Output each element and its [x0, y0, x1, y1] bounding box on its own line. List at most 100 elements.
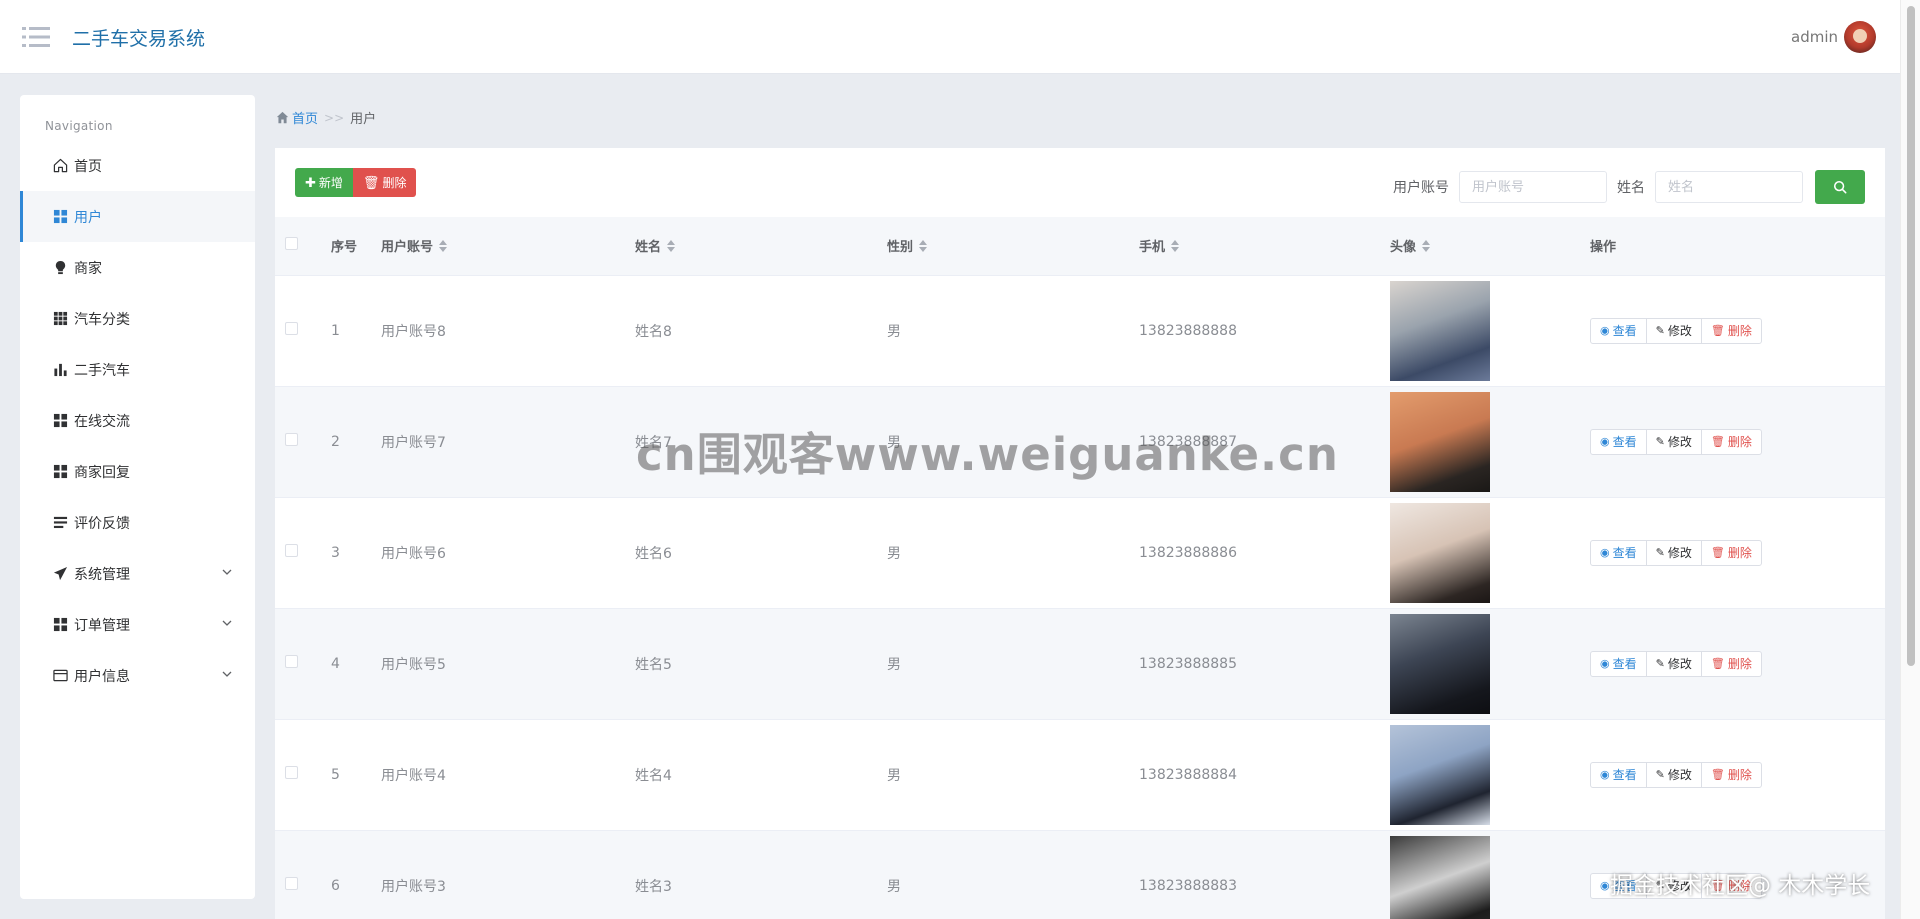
view-button[interactable]: ◉ 查看: [1590, 650, 1647, 677]
grid-icon: [52, 209, 68, 225]
delete-button[interactable]: 🗑 删除: [1700, 872, 1762, 899]
sidebar-item[interactable]: 商家: [20, 242, 255, 293]
view-button[interactable]: ◉ 查看: [1590, 428, 1647, 455]
table-row[interactable]: 5 用户账号4 姓名4 男 13823888884 ◉ 查看 ✎ 修改 🗑 删除: [275, 719, 1885, 830]
table-row[interactable]: 4 用户账号5 姓名5 男 13823888885 ◉ 查看 ✎ 修改 🗑 删除: [275, 608, 1885, 719]
row-name: 姓名7: [635, 434, 672, 451]
header-name-label: 姓名: [635, 240, 662, 255]
sidebar-item[interactable]: 用户: [20, 191, 255, 242]
table-row[interactable]: 3 用户账号6 姓名6 男 13823888886 ◉ 查看 ✎ 修改 🗑 删除: [275, 497, 1885, 608]
row-avatar-image[interactable]: [1390, 613, 1490, 714]
batch-delete-button[interactable]: 🗑 删除: [352, 168, 417, 197]
sidebar-item-label: 汽车分类: [74, 311, 130, 328]
user-name[interactable]: admin: [1791, 28, 1838, 46]
row-checkbox[interactable]: [285, 877, 298, 890]
sidebar-item[interactable]: 首页: [20, 140, 255, 191]
header-phone-label: 手机: [1139, 240, 1166, 255]
sort-icon[interactable]: [919, 239, 928, 256]
chevron-down-icon[interactable]: [221, 617, 233, 629]
sidebar-item-label: 用户: [74, 209, 102, 226]
sidebar-item-label: 商家: [74, 260, 102, 277]
delete-button[interactable]: 🗑 删除: [1700, 317, 1762, 344]
edit-button[interactable]: ✎ 修改: [1645, 317, 1702, 344]
table-row[interactable]: 6 用户账号3 姓名3 男 13823888883 ◉ 查看 ✎ 修改 🗑 删除: [275, 830, 1885, 919]
row-phone: 13823888883: [1139, 877, 1237, 894]
delete-label: 删除: [1727, 768, 1752, 782]
edit-button[interactable]: ✎ 修改: [1645, 539, 1702, 566]
sort-icon[interactable]: [1171, 239, 1180, 256]
view-button[interactable]: ◉ 查看: [1590, 317, 1647, 344]
row-avatar-image[interactable]: [1390, 724, 1490, 825]
add-button[interactable]: ✚ 新增: [295, 168, 353, 197]
account-search-input[interactable]: [1459, 171, 1607, 203]
edit-button[interactable]: ✎ 修改: [1645, 650, 1702, 677]
edit-button[interactable]: ✎ 修改: [1645, 428, 1702, 455]
row-checkbox[interactable]: [285, 655, 298, 668]
header-name[interactable]: 姓名: [635, 217, 887, 276]
select-all-checkbox[interactable]: [285, 237, 298, 251]
sidebar-item-label: 在线交流: [74, 413, 130, 430]
sidebar-item[interactable]: 汽车分类: [20, 293, 255, 344]
sidebar-item[interactable]: 商家回复: [20, 446, 255, 497]
header-avatar[interactable]: 头像: [1390, 217, 1590, 276]
trash-icon: 🗑: [1710, 879, 1725, 892]
row-checkbox[interactable]: [285, 433, 298, 446]
edit-button[interactable]: ✎ 修改: [1645, 761, 1702, 788]
edit-label: 修改: [1667, 879, 1692, 893]
sidebar-item[interactable]: 订单管理: [20, 599, 255, 650]
header-sex[interactable]: 性别: [887, 217, 1139, 276]
header-index: 序号: [331, 217, 381, 276]
row-avatar-image[interactable]: [1390, 391, 1490, 492]
search-icon: [1833, 180, 1847, 194]
header-phone[interactable]: 手机: [1139, 217, 1390, 276]
table-header-row: 序号 用户账号 姓名 性别 手机 头像 操作: [275, 217, 1885, 276]
row-actions: ◉ 查看 ✎ 修改 🗑 删除: [1590, 761, 1885, 788]
sidebar-item[interactable]: 在线交流: [20, 395, 255, 446]
row-checkbox[interactable]: [285, 544, 298, 557]
table-row[interactable]: 1 用户账号8 姓名8 男 13823888888 ◉ 查看 ✎ 修改 🗑 删除: [275, 275, 1885, 386]
breadcrumb-home[interactable]: 首页: [292, 108, 318, 127]
row-avatar-image[interactable]: [1390, 280, 1490, 381]
sidebar-item[interactable]: 系统管理: [20, 548, 255, 599]
delete-button-label: 删除: [382, 176, 407, 190]
row-sex: 男: [887, 767, 901, 784]
view-button[interactable]: ◉ 查看: [1590, 761, 1647, 788]
page-scrollbar[interactable]: [1900, 0, 1920, 919]
delete-button[interactable]: 🗑 删除: [1700, 761, 1762, 788]
header-account[interactable]: 用户账号: [381, 217, 635, 276]
delete-button[interactable]: 🗑 删除: [1700, 539, 1762, 566]
row-avatar-image[interactable]: [1390, 835, 1490, 919]
sidebar-item[interactable]: 用户信息: [20, 650, 255, 701]
view-label: 查看: [1612, 657, 1637, 671]
scrollbar-thumb[interactable]: [1907, 6, 1915, 666]
sort-icon[interactable]: [667, 239, 676, 256]
delete-label: 删除: [1727, 657, 1752, 671]
sidebar-item[interactable]: 评价反馈: [20, 497, 255, 548]
chevron-down-icon[interactable]: [221, 566, 233, 578]
row-name: 姓名6: [635, 545, 672, 562]
delete-button[interactable]: 🗑 删除: [1700, 650, 1762, 677]
row-checkbox[interactable]: [285, 766, 298, 779]
trash-icon: 🗑: [1710, 546, 1725, 559]
sidebar-item[interactable]: 二手汽车: [20, 344, 255, 395]
sort-icon[interactable]: [1422, 239, 1431, 256]
view-button[interactable]: ◉ 查看: [1590, 539, 1647, 566]
delete-button[interactable]: 🗑 删除: [1700, 428, 1762, 455]
name-search-input[interactable]: [1655, 171, 1803, 203]
edit-button[interactable]: ✎ 修改: [1645, 872, 1702, 899]
sidebar-item-label: 用户信息: [74, 668, 130, 685]
edit-label: 修改: [1667, 435, 1692, 449]
row-checkbox[interactable]: [285, 322, 298, 335]
table-row[interactable]: 2 用户账号7 姓名7 男 13823888887 ◉ 查看 ✎ 修改 🗑 删除: [275, 386, 1885, 497]
row-sex: 男: [887, 878, 901, 895]
sort-icon[interactable]: [439, 239, 448, 256]
chevron-down-icon[interactable]: [221, 668, 233, 680]
menu-toggle-icon[interactable]: [22, 26, 50, 48]
user-avatar[interactable]: [1844, 21, 1876, 53]
row-avatar-image[interactable]: [1390, 502, 1490, 603]
view-button[interactable]: ◉ 查看: [1590, 872, 1647, 899]
delete-label: 删除: [1727, 435, 1752, 449]
search-button[interactable]: [1815, 170, 1865, 204]
edit-icon: ✎: [1655, 435, 1665, 448]
send-icon: [52, 566, 68, 582]
